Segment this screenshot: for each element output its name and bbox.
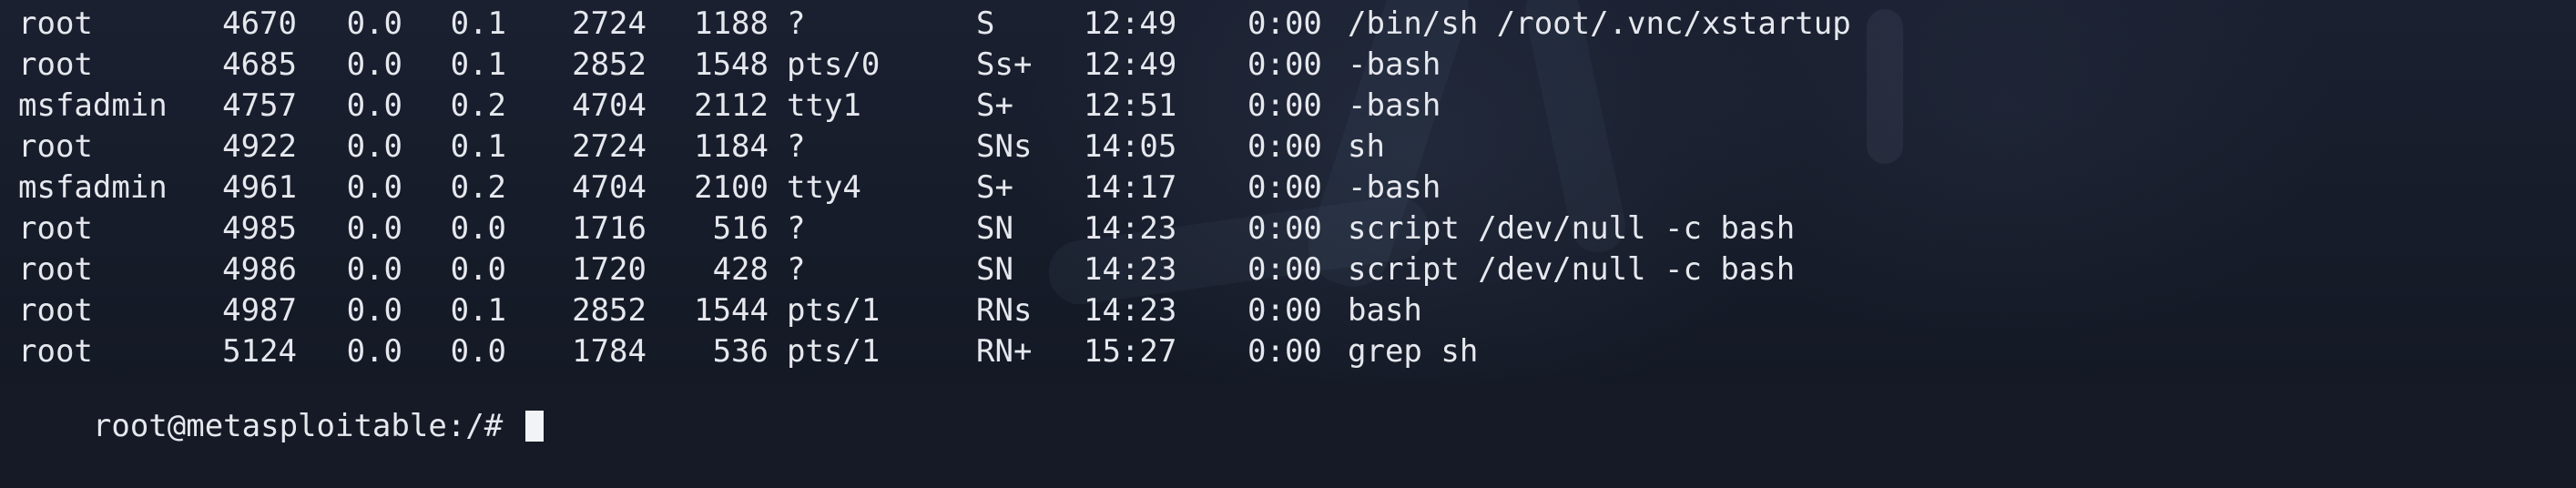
process-rss: 2100: [694, 169, 769, 206]
process-pid: 4986: [222, 251, 297, 288]
process-tty: ?: [787, 251, 806, 288]
terminal-output[interactable]: root 4670 0.0 0.1 2724 1188? S 12:49 0:00/bin/sh…: [18, 0, 2576, 444]
process-vsz: 2852: [572, 292, 647, 329]
process-pid: 4961: [222, 169, 297, 206]
process-user: root: [18, 210, 93, 247]
process-cpu: 0.0: [346, 210, 402, 247]
process-tty: pts/0: [787, 46, 881, 83]
process-stat: S: [976, 5, 995, 42]
process-time: 0:00: [1247, 292, 1322, 329]
process-time: 0:00: [1247, 87, 1322, 124]
process-tty: ?: [787, 210, 806, 247]
process-rss: 2112: [694, 87, 769, 124]
process-rss: 536: [712, 333, 769, 370]
process-pid: 4757: [222, 87, 297, 124]
process-vsz: 1720: [572, 251, 647, 288]
process-stat: Ss+: [976, 46, 1033, 83]
process-rss: 1548: [694, 46, 769, 83]
process-start: 14:23: [1084, 210, 1177, 247]
process-start: 12:49: [1084, 5, 1177, 42]
process-tty: tty1: [787, 87, 861, 124]
process-command: -bash: [1348, 169, 1441, 206]
process-time: 0:00: [1247, 333, 1322, 370]
process-command: -bash: [1348, 46, 1441, 83]
process-rss: 1184: [694, 128, 769, 165]
process-mem: 0.0: [450, 251, 506, 288]
process-start: 14:17: [1084, 169, 1177, 206]
process-vsz: 1784: [572, 333, 647, 370]
process-mem: 0.2: [450, 87, 506, 124]
process-pid: 4670: [222, 5, 297, 42]
process-mem: 0.0: [450, 210, 506, 247]
process-mem: 0.1: [450, 292, 506, 329]
process-command: /bin/sh /root/.vnc/xstartup: [1348, 5, 1851, 42]
terminal-cursor: [524, 411, 544, 442]
process-cpu: 0.0: [346, 128, 402, 165]
process-time: 0:00: [1247, 5, 1322, 42]
process-rss: 516: [712, 210, 769, 247]
process-cpu: 0.0: [346, 5, 402, 42]
process-stat: SN: [976, 251, 1013, 288]
process-vsz: 1716: [572, 210, 647, 247]
process-time: 0:00: [1247, 46, 1322, 83]
process-start: 14:23: [1084, 292, 1177, 329]
process-time: 0:00: [1247, 210, 1322, 247]
process-user: root: [18, 251, 93, 288]
process-vsz: 2724: [572, 128, 647, 165]
process-stat: RNs: [976, 292, 1033, 329]
process-stat: SN: [976, 210, 1013, 247]
process-mem: 0.2: [450, 169, 506, 206]
process-tty: pts/1: [787, 292, 881, 329]
shell-prompt-line[interactable]: root@metasploitable:/#: [18, 365, 544, 444]
process-vsz: 2724: [572, 5, 647, 42]
process-stat: S+: [976, 87, 1013, 124]
process-cpu: 0.0: [346, 251, 402, 288]
process-start: 14:05: [1084, 128, 1177, 165]
process-time: 0:00: [1247, 251, 1322, 288]
process-tty: pts/1: [787, 333, 881, 370]
process-user: root: [18, 292, 93, 329]
process-user: root: [18, 128, 93, 165]
process-rss: 1188: [694, 5, 769, 42]
process-stat: SNs: [976, 128, 1033, 165]
process-time: 0:00: [1247, 128, 1322, 165]
process-user: root: [18, 46, 93, 83]
process-stat: RN+: [976, 333, 1033, 370]
process-user: root: [18, 5, 93, 42]
process-mem: 0.1: [450, 46, 506, 83]
process-tty: ?: [787, 5, 806, 42]
process-pid: 4985: [222, 210, 297, 247]
process-vsz: 4704: [572, 87, 647, 124]
process-start: 12:51: [1084, 87, 1177, 124]
process-command: grep sh: [1348, 333, 1479, 370]
process-stat: S+: [976, 169, 1013, 206]
process-command: script /dev/null -c bash: [1348, 210, 1796, 247]
process-pid: 4987: [222, 292, 297, 329]
process-vsz: 2852: [572, 46, 647, 83]
process-start: 15:27: [1084, 333, 1177, 370]
process-cpu: 0.0: [346, 87, 402, 124]
process-command: script /dev/null -c bash: [1348, 251, 1796, 288]
process-user: msfadmin: [18, 87, 168, 124]
process-cpu: 0.0: [346, 292, 402, 329]
process-tty: ?: [787, 128, 806, 165]
process-time: 0:00: [1247, 169, 1322, 206]
process-command: bash: [1348, 292, 1422, 329]
process-rss: 1544: [694, 292, 769, 329]
process-command: -bash: [1348, 87, 1441, 124]
process-start: 12:49: [1084, 46, 1177, 83]
process-cpu: 0.0: [346, 169, 402, 206]
process-cpu: 0.0: [346, 46, 402, 83]
process-command: sh: [1348, 128, 1385, 165]
process-mem: 0.1: [450, 128, 506, 165]
process-pid: 4685: [222, 46, 297, 83]
shell-prompt: root@metasploitable:/#: [92, 408, 522, 444]
process-rss: 428: [712, 251, 769, 288]
process-mem: 0.1: [450, 5, 506, 42]
process-vsz: 4704: [572, 169, 647, 206]
process-user: msfadmin: [18, 169, 168, 206]
process-tty: tty4: [787, 169, 861, 206]
process-start: 14:23: [1084, 251, 1177, 288]
process-pid: 4922: [222, 128, 297, 165]
